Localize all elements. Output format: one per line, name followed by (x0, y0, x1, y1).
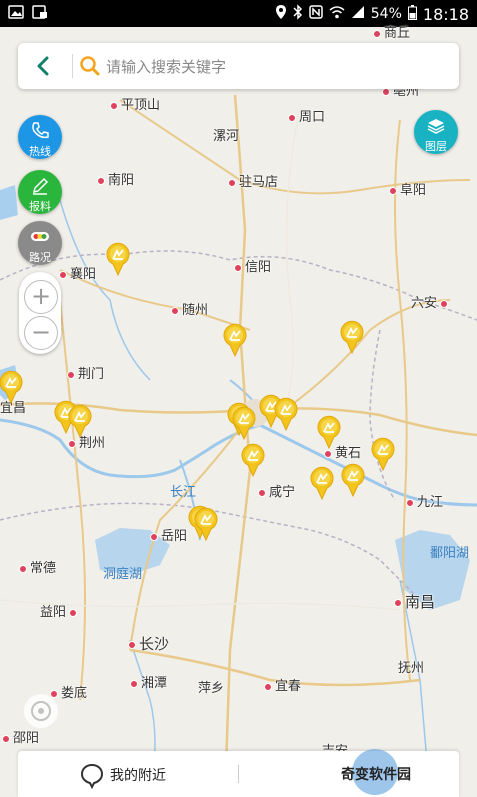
city-label: 抚州 (398, 661, 425, 676)
incident-marker-icon[interactable] (67, 404, 93, 438)
back-button[interactable] (30, 52, 58, 80)
city-label: 岳阳 (150, 525, 187, 544)
search-divider (72, 54, 73, 78)
search-bar (18, 43, 459, 89)
incident-marker-icon[interactable] (0, 370, 24, 404)
traffic-button[interactable]: 路况 (18, 221, 62, 265)
incident-marker-icon[interactable] (105, 242, 131, 276)
city-label: 常德 (19, 557, 56, 576)
chat-bubble-icon (80, 763, 104, 790)
wifi-icon (329, 5, 345, 23)
report-label: 报料 (29, 200, 51, 213)
city-label: 商丘 (373, 22, 410, 41)
screenshot-notification-icon (32, 5, 48, 23)
city-label: 南昌 (394, 591, 435, 612)
city-label: 邵阳 (2, 727, 39, 746)
chevron-left-icon (37, 56, 49, 76)
zoom-controls: + − (19, 272, 61, 354)
bluetooth-icon (293, 4, 303, 24)
river-label: 长江 (170, 485, 197, 500)
incident-marker-icon[interactable] (231, 406, 257, 440)
city-label: 益阳 (40, 601, 80, 620)
clock: 18:18 (422, 4, 469, 24)
city-label: 南阳 (97, 169, 134, 188)
traffic-label: 路况 (29, 251, 51, 264)
battery-percentage: 54% (370, 6, 402, 22)
incident-marker-icon[interactable] (222, 323, 248, 357)
bottom-divider (238, 765, 239, 783)
city-label: 宜春 (264, 675, 301, 694)
layers-label: 图层 (425, 140, 447, 153)
nearby-label[interactable]: 我的附近 (110, 765, 166, 785)
battery-icon (407, 4, 417, 24)
city-label: 随州 (171, 299, 208, 318)
city-label: 驻马店 (228, 171, 278, 190)
incident-marker-icon[interactable] (240, 443, 266, 477)
image-notification-icon (8, 5, 24, 23)
search-input[interactable] (104, 52, 448, 82)
city-label: 襄阳 (59, 263, 96, 282)
incident-marker-icon[interactable] (340, 463, 366, 497)
hotline-label: 热线 (29, 145, 51, 158)
city-label: 荆门 (67, 363, 104, 382)
incident-marker-icon[interactable] (316, 415, 342, 449)
locate-button[interactable] (24, 694, 58, 728)
layers-icon (427, 119, 445, 134)
pencil-icon (32, 177, 49, 195)
zoom-out-button[interactable]: − (24, 316, 58, 350)
lake-label: 洞庭湖 (103, 567, 143, 582)
location-icon (275, 4, 287, 24)
city-label: 九江 (406, 491, 443, 510)
nfc-icon (309, 5, 323, 23)
city-label: 六安 (411, 292, 451, 311)
layers-button[interactable]: 图层 (414, 110, 458, 154)
city-label: 漯河 (213, 129, 240, 144)
city-label: 萍乡 (198, 681, 225, 696)
city-label: 平顶山 (110, 94, 160, 113)
hotline-button[interactable]: 热线 (18, 115, 62, 159)
signal-icon (351, 5, 365, 23)
nearby-button[interactable] (80, 763, 104, 793)
lake-label: 鄱阳湖 (430, 546, 470, 561)
city-label: 信阳 (234, 256, 271, 275)
incident-marker-icon[interactable] (193, 507, 219, 541)
search-icon (79, 55, 101, 77)
crosshair-icon (31, 701, 51, 721)
watermark-text: 奇变软件园 (341, 767, 411, 783)
incident-marker-icon[interactable] (370, 437, 396, 471)
city-label: 周口 (288, 106, 325, 125)
city-label: 阜阳 (389, 179, 426, 198)
city-label: 长沙 (128, 633, 169, 654)
incident-marker-icon[interactable] (273, 397, 299, 431)
city-label: 咸宁 (258, 481, 295, 500)
report-button[interactable]: 报料 (18, 170, 62, 214)
incident-marker-icon[interactable] (339, 320, 365, 354)
phone-icon (32, 122, 49, 139)
city-label: 湘潭 (130, 672, 167, 691)
traffic-light-icon (31, 232, 49, 241)
incident-marker-icon[interactable] (309, 466, 335, 500)
zoom-in-button[interactable]: + (24, 280, 58, 314)
